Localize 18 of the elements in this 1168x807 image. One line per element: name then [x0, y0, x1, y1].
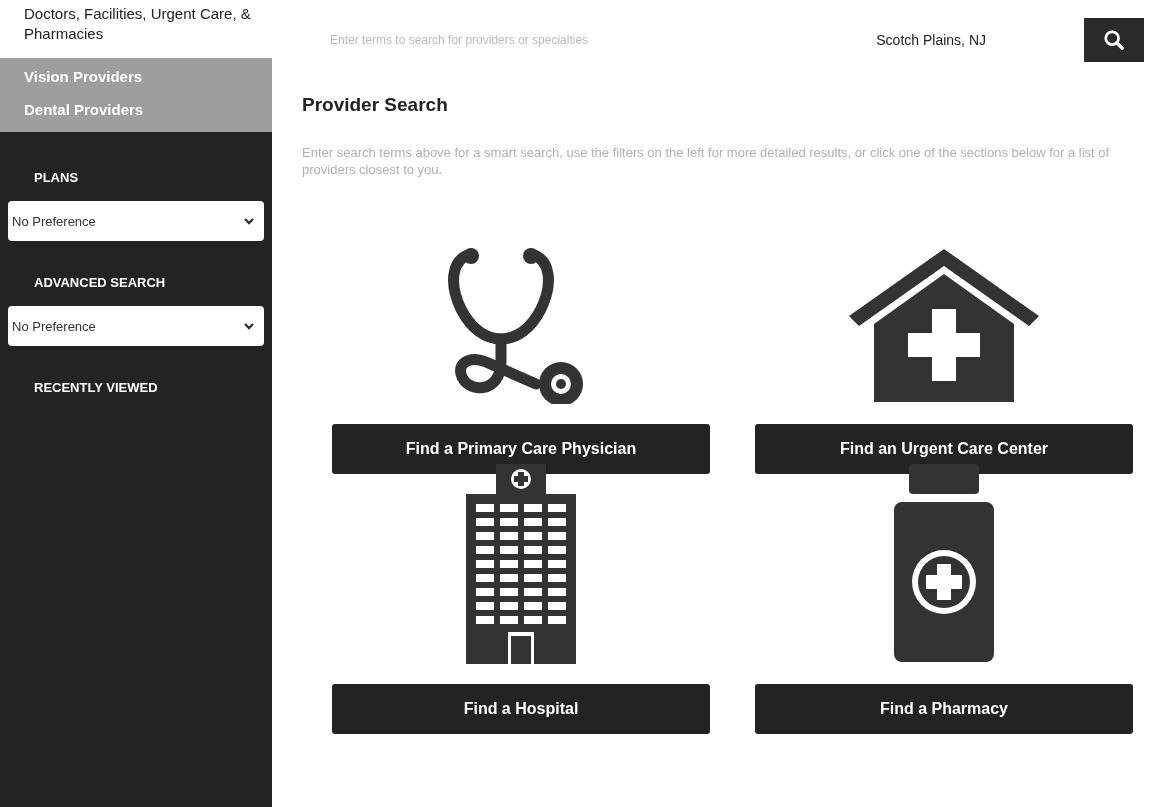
filter-label: PLANS — [33, 170, 80, 185]
page-title: Provider Search — [302, 94, 449, 116]
section-label: RECENTLY VIEWED — [33, 380, 159, 395]
dropdown[interactable]: No Preference — [8, 306, 264, 346]
description-text: Enter search terms above for a smart search, use the filters on the left for more detailed results, or click one of the sections below for a list of providers closest to you. — [302, 144, 1111, 178]
find-button[interactable]: Find an Urgent Care Center — [755, 424, 1133, 474]
search-icon — [1103, 29, 1125, 51]
chevron-down-icon — [244, 217, 254, 225]
find-button[interactable]: Find a Hospital — [332, 684, 710, 734]
find-button[interactable]: Find a Primary Care Physician — [332, 424, 710, 474]
chevron-down-icon — [244, 322, 254, 330]
hospital-building-icon — [466, 464, 576, 664]
sidebar-heading: Doctors, Facilities, Urgent Care, & Pharmacies — [23, 4, 252, 44]
find-button[interactable]: Find a Pharmacy — [755, 684, 1133, 734]
search-button[interactable] — [1084, 18, 1144, 62]
dropdown[interactable]: No Preference — [8, 201, 264, 241]
location-text[interactable]: Scotch Plains, NJ — [876, 32, 986, 48]
filter-label: ADVANCED SEARCH — [33, 275, 167, 290]
